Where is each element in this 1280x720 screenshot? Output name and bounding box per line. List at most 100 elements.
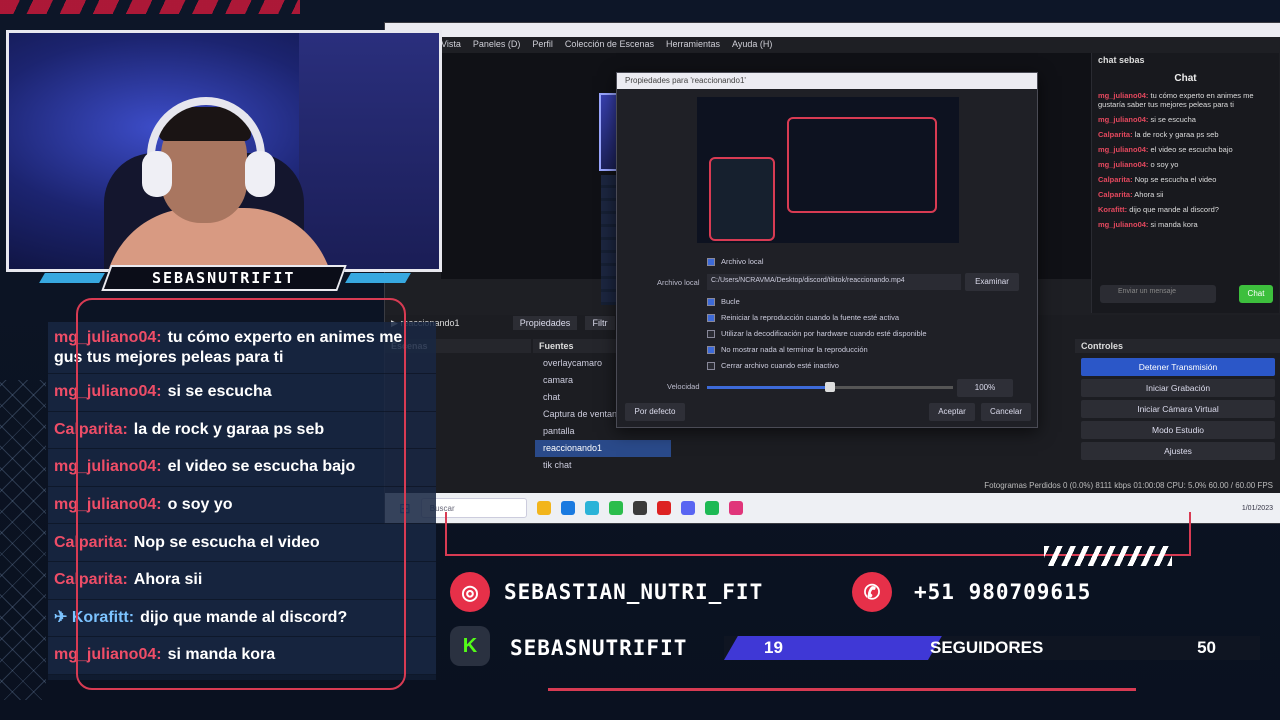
option-checkbox[interactable] bbox=[707, 361, 715, 370]
properties-dialog-title: Propiedades para 'reaccionando1' bbox=[617, 73, 1037, 89]
app-icon[interactable] bbox=[728, 501, 743, 515]
menu-item-colecciones[interactable]: Colección de Escenas bbox=[565, 39, 654, 49]
properties-button[interactable]: Propiedades bbox=[513, 316, 577, 330]
store-icon[interactable] bbox=[584, 501, 599, 515]
filters-button[interactable]: Filtr bbox=[585, 316, 615, 330]
follower-goal-fill bbox=[724, 636, 942, 660]
control-button[interactable]: Modo Estudio bbox=[1081, 421, 1275, 439]
whatsapp-icon[interactable] bbox=[608, 501, 623, 515]
control-button[interactable]: Ajustes bbox=[1081, 442, 1275, 460]
option-label: Cerrar archivo cuando esté inactivo bbox=[721, 361, 839, 370]
taskbar-clock: 1/01/2023 bbox=[1241, 504, 1273, 512]
speed-value-field[interactable]: 100% bbox=[957, 379, 1013, 397]
chat-dock-text: dijo que mande al discord? bbox=[1129, 205, 1219, 214]
chat-username: Calparita: bbox=[54, 420, 128, 438]
chat-message: mg_juliano04: el video se escucha bajo bbox=[48, 449, 436, 487]
chat-message: mg_juliano04: si manda kora bbox=[48, 637, 436, 675]
chat-dock-username: Calparita: bbox=[1098, 190, 1133, 199]
option-checkbox[interactable] bbox=[707, 297, 715, 306]
obs-icon[interactable] bbox=[632, 501, 647, 515]
accept-button[interactable]: Aceptar bbox=[929, 403, 975, 421]
menu-item-perfil[interactable]: Perfil bbox=[532, 39, 553, 49]
youtube-icon[interactable] bbox=[656, 501, 671, 515]
menu-item-vista[interactable]: Vista bbox=[441, 39, 461, 49]
chat-text: el video se escucha bajo bbox=[167, 458, 356, 476]
chat-text: si manda kora bbox=[167, 646, 276, 664]
decorative-bar-right bbox=[345, 273, 411, 283]
option-row[interactable]: Utilizar la decodificación por hardware … bbox=[707, 329, 927, 338]
follower-goal: 50 bbox=[1197, 638, 1216, 657]
folder-icon[interactable] bbox=[536, 501, 551, 515]
chat-message-body: mg_juliano04: si se escucha bbox=[54, 382, 272, 402]
chat-overlay: mg_juliano04: tu cómo experto en animes m… bbox=[48, 322, 436, 680]
chat-dock-message: mg_juliano04: si se escucha bbox=[1092, 112, 1279, 127]
browse-button[interactable]: Examinar bbox=[965, 273, 1019, 291]
option-row[interactable]: No mostrar nada al terminar la reproducc… bbox=[707, 345, 868, 354]
local-file-checkbox[interactable] bbox=[707, 257, 715, 266]
control-button[interactable]: Detener Transmisión bbox=[1081, 358, 1275, 376]
decorative-stripes bbox=[0, 0, 300, 14]
chat-dock-send-button[interactable]: Chat bbox=[1239, 285, 1273, 303]
discord-icon[interactable] bbox=[680, 501, 695, 515]
chat-message: Calparita: Ahora sii bbox=[48, 561, 436, 600]
chat-dock-username: mg_juliano04: bbox=[1098, 115, 1149, 124]
preview-frame-large bbox=[787, 117, 937, 213]
chat-message: mg_juliano04: o soy yo bbox=[48, 486, 436, 525]
speed-slider-handle[interactable] bbox=[825, 382, 836, 392]
follower-goal-bar: 19 SEGUIDORES 50 bbox=[724, 636, 1260, 660]
sword-badge-icon: ✈ bbox=[54, 608, 72, 626]
chat-dock-text: el video se escucha bajo bbox=[1150, 145, 1233, 154]
obs-chat-dock: chat sebas Chat mg_juliano04: tu cómo ex… bbox=[1091, 53, 1279, 313]
defaults-button[interactable]: Por defecto bbox=[625, 403, 685, 421]
option-checkbox[interactable] bbox=[707, 345, 715, 354]
menu-item-ayuda[interactable]: Ayuda (H) bbox=[732, 39, 772, 49]
control-button[interactable]: Iniciar Grabación bbox=[1081, 379, 1275, 397]
properties-dialog: Propiedades para 'reaccionando1' Archivo… bbox=[616, 72, 1038, 428]
webcam-feed bbox=[6, 30, 442, 272]
spotify-icon[interactable] bbox=[704, 501, 719, 515]
option-label: Bucle bbox=[721, 297, 740, 306]
controls-list: Detener Transmisión Iniciar Grabación Inic… bbox=[1075, 355, 1280, 463]
option-row[interactable]: Bucle bbox=[707, 297, 740, 306]
chat-dock-username: Calparita: bbox=[1098, 175, 1133, 184]
windows-taskbar: ⊞ Buscar 1/01/2023 bbox=[385, 493, 1280, 523]
chat-message-body: ✈ Korafitt: dijo que mande al discord? bbox=[54, 608, 347, 628]
speed-slider[interactable] bbox=[707, 382, 953, 392]
cancel-button[interactable]: Cancelar bbox=[981, 403, 1031, 421]
control-button[interactable]: Iniciar Cámara Virtual bbox=[1081, 400, 1275, 418]
chat-username: Calparita: bbox=[54, 533, 128, 551]
chat-dock-username: mg_juliano04: bbox=[1098, 145, 1149, 154]
obs-titlebar bbox=[385, 23, 1280, 37]
source-item[interactable]: reaccionando1 bbox=[535, 440, 671, 457]
file-path-field[interactable]: C:/Users/NCRAVMA/Desktop/discord/tiktok/… bbox=[707, 274, 961, 290]
chat-dock-input[interactable]: Enviar un mensaje bbox=[1100, 285, 1216, 303]
option-row[interactable]: Reiniciar la reproducción cuando la fuen… bbox=[707, 313, 899, 322]
local-file-checkbox-row[interactable]: Archivo local bbox=[707, 257, 764, 266]
local-file-label: Archivo local bbox=[721, 257, 764, 266]
menu-item-herramientas[interactable]: Herramientas bbox=[666, 39, 720, 49]
chat-message: mg_juliano04: si se escucha bbox=[48, 374, 436, 412]
menu-item-paneles[interactable]: Paneles (D) bbox=[473, 39, 521, 49]
phone-number: +51 980709615 bbox=[914, 580, 1092, 604]
option-row[interactable]: Cerrar archivo cuando esté inactivo bbox=[707, 361, 839, 370]
chat-text: Ahora sii bbox=[133, 571, 203, 589]
instagram-icon: ◎ bbox=[450, 572, 490, 612]
option-checkbox[interactable] bbox=[707, 313, 715, 322]
chat-message-body: Calparita: Ahora sii bbox=[54, 570, 202, 590]
chat-message: ✈ Korafitt: dijo que mande al discord? bbox=[48, 599, 436, 638]
chat-message-body: mg_juliano04: o soy yo bbox=[54, 495, 232, 515]
properties-preview bbox=[697, 97, 959, 243]
chat-dock-text: si manda kora bbox=[1150, 220, 1198, 229]
speed-slider-fill bbox=[707, 386, 826, 389]
chat-dock-text: la de rock y garaa ps seb bbox=[1134, 130, 1219, 139]
option-label: No mostrar nada al terminar la reproducc… bbox=[721, 345, 868, 354]
option-checkbox[interactable] bbox=[707, 329, 715, 338]
chat-dock-username: mg_juliano04: bbox=[1098, 220, 1149, 229]
taskbar-search[interactable]: Buscar bbox=[420, 498, 527, 518]
chat-text: la de rock y garaa ps seb bbox=[133, 420, 325, 438]
chat-username: mg_juliano04: bbox=[54, 646, 162, 664]
chat-text: dijo que mande al discord? bbox=[140, 608, 348, 626]
edge-icon[interactable] bbox=[560, 501, 575, 515]
source-item[interactable]: tik chat bbox=[535, 457, 671, 474]
chat-text: o soy yo bbox=[167, 496, 233, 514]
